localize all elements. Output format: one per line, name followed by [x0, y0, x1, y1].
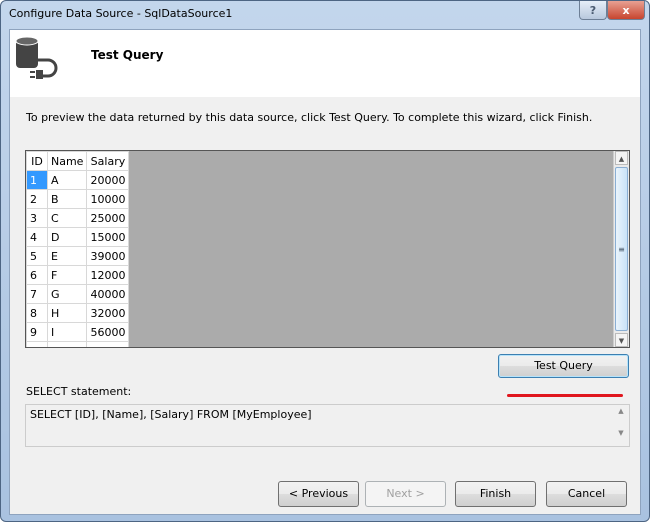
table-cell[interactable]: 3	[26, 208, 48, 228]
scroll-down-icon[interactable]: ▼	[615, 333, 628, 347]
page-title: Test Query	[91, 48, 164, 62]
table-cell[interactable]: 32000	[86, 303, 130, 323]
wizard-header: Test Query	[10, 30, 640, 97]
table-cell[interactable]: B	[46, 189, 88, 209]
table-cell[interactable]: C	[46, 208, 88, 228]
dialog-window: Configure Data Source - SqlDataSource1 ?…	[0, 0, 650, 522]
table-cell[interactable]: 15000	[86, 227, 130, 247]
table-cell[interactable]: A	[46, 170, 88, 190]
table-cell[interactable]: 7	[26, 284, 48, 304]
help-button[interactable]: ?	[579, 1, 607, 20]
table-cell[interactable]: 20000	[86, 170, 130, 190]
table-cell[interactable]: I	[46, 322, 88, 342]
column-header[interactable]: Name	[46, 151, 88, 171]
table-row[interactable]: 1 A 20000	[26, 170, 130, 190]
close-button[interactable]: x	[607, 1, 645, 20]
table-row[interactable]: 7 G 40000	[26, 284, 130, 304]
table-cell[interactable]: E	[46, 246, 88, 266]
column-header[interactable]: Salary	[86, 151, 130, 171]
cancel-button[interactable]: Cancel	[546, 481, 627, 507]
select-statement-text: SELECT [ID], [Name], [Salary] FROM [MyEm…	[30, 408, 312, 421]
table-cell[interactable]: 39000	[86, 246, 130, 266]
table-row[interactable]: 5 E 39000	[26, 246, 130, 266]
table-row[interactable]: 3 C 25000	[26, 208, 130, 228]
next-button: Next >	[365, 481, 446, 507]
table-cell[interactable]: J	[46, 341, 88, 347]
table-cell[interactable]: D	[46, 227, 88, 247]
red-underline-annotation	[507, 394, 623, 397]
table-cell[interactable]: H	[46, 303, 88, 323]
table-cell[interactable]: G	[46, 284, 88, 304]
table-cell[interactable]: 4	[26, 227, 48, 247]
table-row[interactable]: 2 B 10000	[26, 189, 130, 209]
table-cell[interactable]: 30000	[86, 341, 130, 347]
table-cell[interactable]: F	[46, 265, 88, 285]
results-table: ID Name Salary 1 A 20000 2 B 10000 3 C 25000 4 D 1500…	[26, 151, 130, 347]
table-row[interactable]: 6 F 12000	[26, 265, 130, 285]
results-grid[interactable]: ID Name Salary 1 A 20000 2 B 10000 3 C 25000 4 D 1500…	[25, 150, 630, 348]
table-row[interactable]: 4 D 15000	[26, 227, 130, 247]
dialog-client: Test Query To preview the data returned …	[9, 29, 641, 515]
select-statement-label: SELECT statement:	[26, 385, 132, 398]
table-cell[interactable]: 2	[26, 189, 48, 209]
table-cell[interactable]: 12000	[86, 265, 130, 285]
select-statement-textbox[interactable]: SELECT [ID], [Name], [Salary] FROM [MyEm…	[25, 404, 630, 447]
scroll-up-icon[interactable]: ▲	[615, 151, 628, 165]
table-cell[interactable]: 6	[26, 265, 48, 285]
grid-scrollbar[interactable]: ▲ ≡ ▼	[613, 151, 629, 347]
table-cell[interactable]: 10000	[86, 189, 130, 209]
table-row[interactable]: 8 H 32000	[26, 303, 130, 323]
table-row[interactable]: 10J30000	[26, 341, 130, 347]
table-cell[interactable]: 56000	[86, 322, 130, 342]
table-cell[interactable]: 1	[26, 170, 48, 190]
column-header[interactable]: ID	[26, 151, 48, 171]
finish-button[interactable]: Finish	[455, 481, 536, 507]
table-cell[interactable]: 25000	[86, 208, 130, 228]
table-row[interactable]: 9 I 56000	[26, 322, 130, 342]
previous-button[interactable]: < Previous	[278, 481, 359, 507]
table-cell[interactable]: 40000	[86, 284, 130, 304]
table-cell[interactable]: 8	[26, 303, 48, 323]
table-cell[interactable]: 10	[26, 341, 48, 347]
database-connect-icon	[15, 36, 58, 79]
sql-scrollbar[interactable]: ▲ ▼	[615, 407, 627, 445]
test-query-button[interactable]: Test Query	[498, 354, 629, 378]
table-cell[interactable]: 5	[26, 246, 48, 266]
window-title: Configure Data Source - SqlDataSource1	[9, 7, 233, 20]
scroll-thumb[interactable]: ≡	[615, 167, 628, 331]
table-cell[interactable]: 9	[26, 322, 48, 342]
instructions-text: To preview the data returned by this dat…	[26, 111, 593, 124]
